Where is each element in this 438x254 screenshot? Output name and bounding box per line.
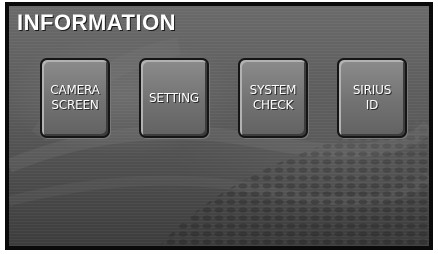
- system-check-button-label: SYSTEM CHECK: [249, 83, 297, 112]
- camera-screen-button[interactable]: CAMERA SCREEN: [40, 58, 110, 138]
- page-title: INFORMATION: [17, 10, 177, 35]
- setting-button[interactable]: SETTING: [139, 58, 209, 138]
- information-screen: INFORMATION CAMERA SCREEN SETTING SYSTEM…: [5, 2, 433, 250]
- setting-button-label: SETTING: [148, 90, 200, 105]
- camera-screen-button-label: CAMERA SCREEN: [50, 83, 100, 112]
- sirius-id-button-label: SIRIUS ID: [352, 83, 392, 112]
- sirius-id-button[interactable]: SIRIUS ID: [337, 58, 407, 138]
- system-check-button[interactable]: SYSTEM CHECK: [238, 58, 308, 138]
- menu-button-row: CAMERA SCREEN SETTING SYSTEM CHECK SIRIU…: [40, 58, 410, 140]
